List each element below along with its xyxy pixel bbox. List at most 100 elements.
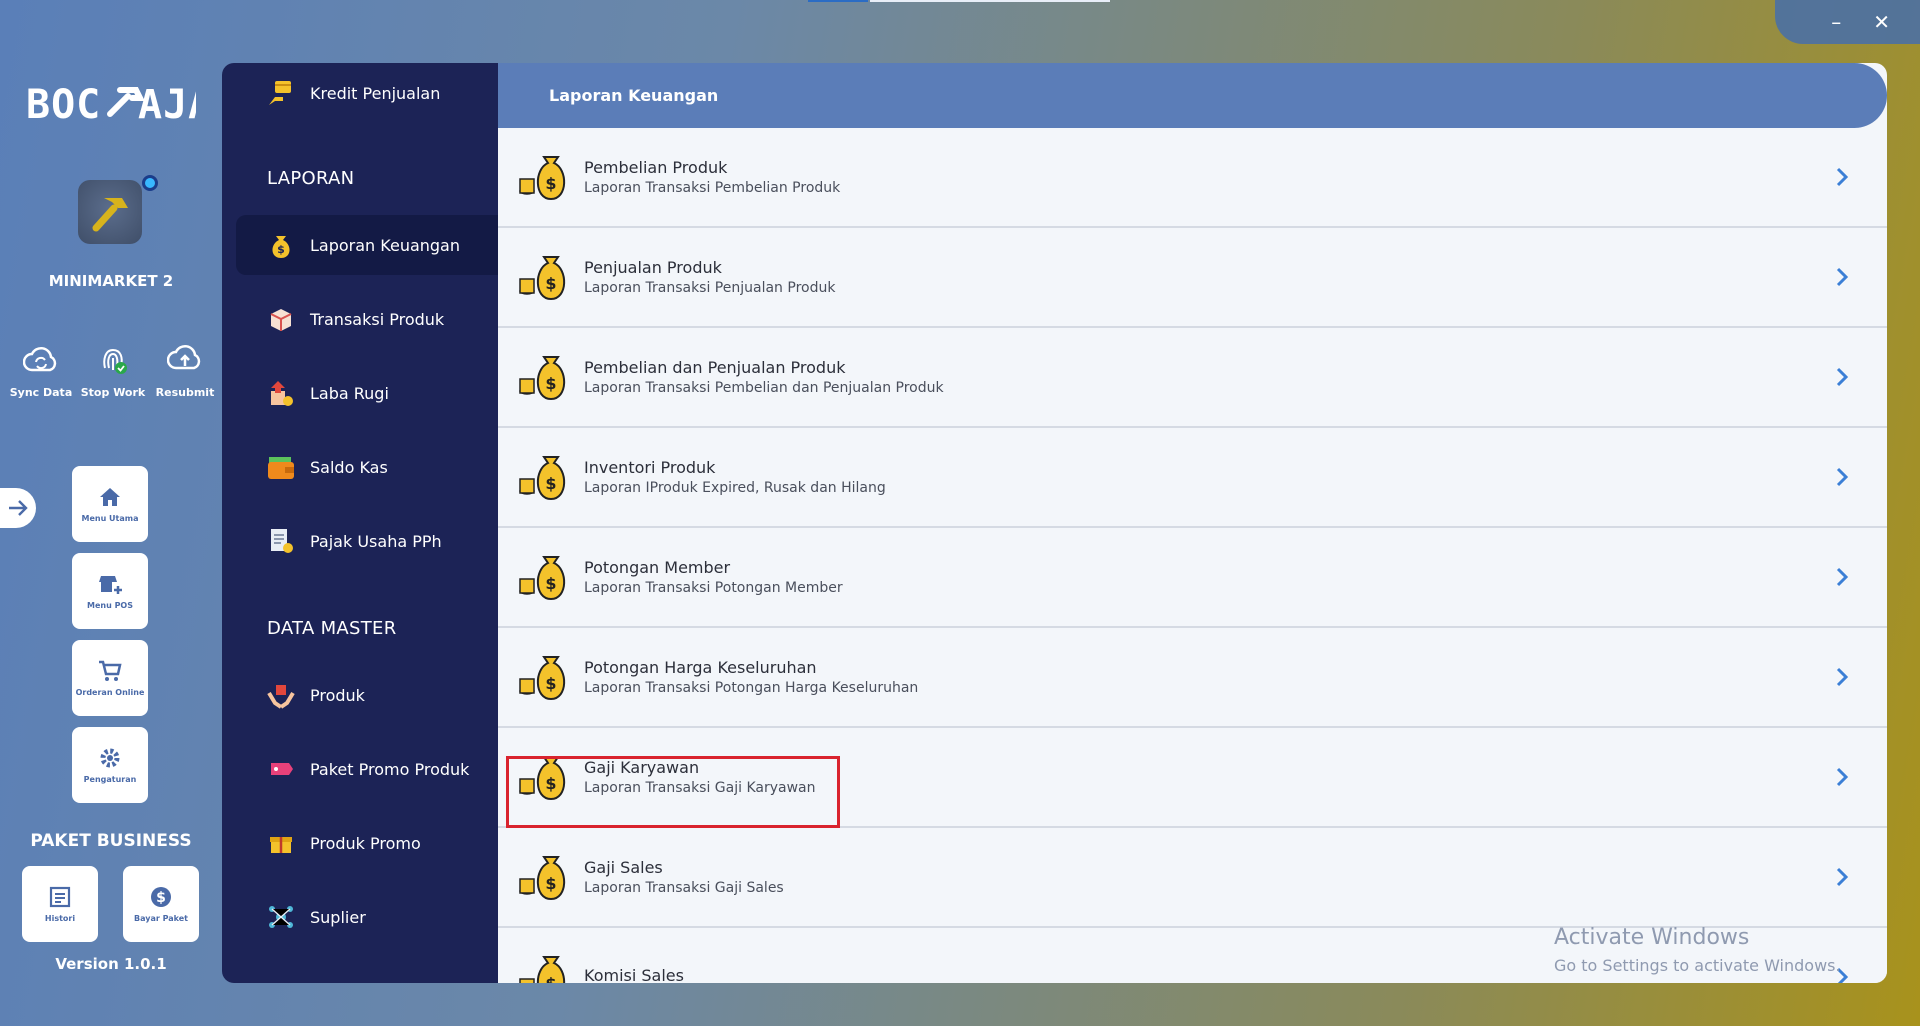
sidebar-item-transaksi-produk[interactable]: Transaksi Produk	[236, 289, 498, 349]
page-title: Laporan Keuangan	[498, 63, 1887, 128]
svg-text:$: $	[545, 574, 556, 593]
sidebar-label: Pajak Usaha PPh	[310, 531, 442, 551]
windows-activation-watermark: Activate Windows Go to Settings to activ…	[1554, 925, 1841, 975]
main-panel: Kredit Penjualan LAPORAN $ Laporan Keuan…	[222, 63, 1887, 983]
svg-text:$: $	[156, 890, 166, 906]
sidebar-nav: Kredit Penjualan LAPORAN $ Laporan Keuan…	[222, 63, 498, 983]
minimize-icon[interactable]: –	[1831, 12, 1841, 32]
report-row-pembelian-produk[interactable]: $ Pembelian Produk Laporan Transaksi Pem…	[498, 128, 1887, 228]
resubmit-button[interactable]: Resubmit	[152, 342, 218, 399]
left-rail: BOC AJA MINIMARKET 2 Sync Data	[0, 0, 222, 1026]
money-bags-icon: $	[519, 956, 566, 983]
report-subtitle: Laporan Transaksi Gaji Sales	[584, 880, 784, 896]
money-bags-icon: $	[519, 456, 566, 501]
report-title: Inventori Produk	[584, 458, 716, 477]
sidebar-label: Laba Rugi	[310, 383, 389, 403]
report-subtitle: Laporan Transaksi Potongan Harga Keselur…	[584, 680, 919, 696]
arrow-right-icon	[9, 500, 28, 516]
activate-title: Activate Windows	[1554, 925, 1750, 950]
highlight-box	[506, 756, 840, 828]
report-title: Penjualan Produk	[584, 258, 722, 277]
sidebar-item-paket-promo[interactable]: Paket Promo Produk	[236, 739, 498, 799]
svg-text:$: $	[277, 243, 285, 256]
report-title: Potongan Member	[584, 558, 731, 577]
svg-text:$: $	[545, 374, 556, 393]
chevron-right-icon	[1836, 567, 1849, 587]
histori-label: Histori	[44, 913, 76, 923]
report-title: Pembelian Produk	[584, 158, 728, 177]
report-content: Laporan Keuangan $ Pembelian Produk Lapo…	[498, 63, 1887, 983]
report-row-pembelian-penjualan[interactable]: $ Pembelian dan Penjualan Produk Laporan…	[498, 328, 1887, 428]
app-logo: BOC AJA	[26, 78, 212, 128]
sidebar-item-kredit-penjualan[interactable]: Kredit Penjualan	[236, 63, 498, 123]
report-title: Komisi Sales	[584, 966, 684, 983]
money-bags-icon: $	[519, 256, 566, 301]
pengaturan-button[interactable]: Pengaturan	[72, 727, 148, 803]
histori-button[interactable]: Histori	[22, 866, 98, 942]
sidebar-item-laporan-keuangan[interactable]: $ Laporan Keuangan	[236, 215, 498, 275]
report-subtitle: Laporan Transaksi Potongan Member	[584, 580, 843, 596]
sidebar-item-produk[interactable]: Produk	[236, 665, 498, 725]
report-row-penjualan-produk[interactable]: $ Penjualan Produk Laporan Transaksi Pen…	[498, 228, 1887, 328]
profit-arrow-icon	[266, 378, 296, 408]
sidebar-label: Paket Promo Produk	[310, 759, 470, 779]
chevron-right-icon	[1836, 367, 1849, 387]
money-bags-icon: $	[519, 356, 566, 401]
stop-work-button[interactable]: Stop Work	[80, 342, 146, 399]
sidebar-item-produk-promo[interactable]: Produk Promo	[236, 813, 498, 873]
bayar-paket-button[interactable]: $ Bayar Paket	[123, 866, 199, 942]
chevron-right-icon	[1836, 867, 1849, 887]
menu-utama-button[interactable]: Menu Utama	[72, 466, 148, 542]
report-row-inventori-produk[interactable]: $ Inventori Produk Laporan IProduk Expir…	[498, 428, 1887, 528]
tax-document-icon	[266, 526, 296, 556]
sidebar-label: Produk	[310, 685, 365, 705]
close-icon[interactable]: ✕	[1873, 12, 1890, 32]
online-status-dot	[142, 175, 158, 191]
report-subtitle: Laporan Transaksi Penjualan Produk	[584, 280, 836, 296]
report-row-potongan-harga[interactable]: $ Potongan Harga Keseluruhan Laporan Tra…	[498, 628, 1887, 728]
cloud-upload-icon	[167, 345, 201, 370]
report-title: Pembelian dan Penjualan Produk	[584, 358, 846, 377]
plan-name: PAKET BUSINESS	[30, 831, 192, 851]
expand-rail-button[interactable]	[0, 488, 36, 528]
report-row-gaji-sales[interactable]: $ Gaji Sales Laporan Transaksi Gaji Sale…	[498, 828, 1887, 928]
menu-pos-button[interactable]: Menu POS	[72, 553, 148, 629]
svg-text:$: $	[545, 874, 556, 893]
sidebar-item-pajak-usaha[interactable]: Pajak Usaha PPh	[236, 511, 498, 571]
stop-work-label: Stop Work	[80, 386, 146, 399]
wallet-icon	[266, 452, 296, 482]
money-bags-icon: $	[519, 156, 566, 201]
svg-text:$: $	[545, 274, 556, 293]
money-bags-icon: $	[519, 856, 566, 901]
orderan-online-button[interactable]: Orderan Online	[72, 640, 148, 716]
gear-icon	[100, 748, 120, 767]
hammer-icon	[92, 198, 128, 232]
sidebar-label: Transaksi Produk	[310, 309, 445, 329]
window-controls: – ✕	[1775, 0, 1920, 44]
gift-box-icon	[266, 828, 296, 858]
report-subtitle: Laporan IProduk Expired, Rusak dan Hilan…	[584, 480, 886, 496]
sync-data-button[interactable]: Sync Data	[8, 342, 74, 399]
home-icon	[100, 487, 120, 506]
chevron-right-icon	[1836, 267, 1849, 287]
sidebar-item-saldo-kas[interactable]: Saldo Kas	[236, 437, 498, 497]
history-list-icon	[49, 886, 71, 907]
app-version: Version 1.0.1	[55, 955, 167, 973]
store-add-icon	[99, 575, 122, 594]
fingerprint-check-icon	[103, 348, 127, 374]
sidebar-item-suplier[interactable]: Suplier	[236, 887, 498, 947]
report-subtitle: Laporan Transaksi Pembelian Produk	[584, 180, 841, 196]
sidebar-item-laba-rugi[interactable]: Laba Rugi	[236, 363, 498, 423]
orderan-online-label: Orderan Online	[75, 687, 145, 697]
sidebar-label: Kredit Penjualan	[310, 83, 441, 103]
store-avatar[interactable]	[78, 180, 142, 244]
title-strip-light	[870, 0, 1110, 2]
chevron-right-icon	[1836, 667, 1849, 687]
svg-text:$: $	[545, 474, 556, 493]
store-name: MINIMARKET 2	[48, 272, 174, 290]
chevron-right-icon	[1836, 467, 1849, 487]
menu-pos-label: Menu POS	[87, 600, 133, 610]
report-row-potongan-member[interactable]: $ Potongan Member Laporan Transaksi Poto…	[498, 528, 1887, 628]
chevron-right-icon	[1836, 767, 1849, 787]
money-bags-icon: $	[519, 656, 566, 701]
